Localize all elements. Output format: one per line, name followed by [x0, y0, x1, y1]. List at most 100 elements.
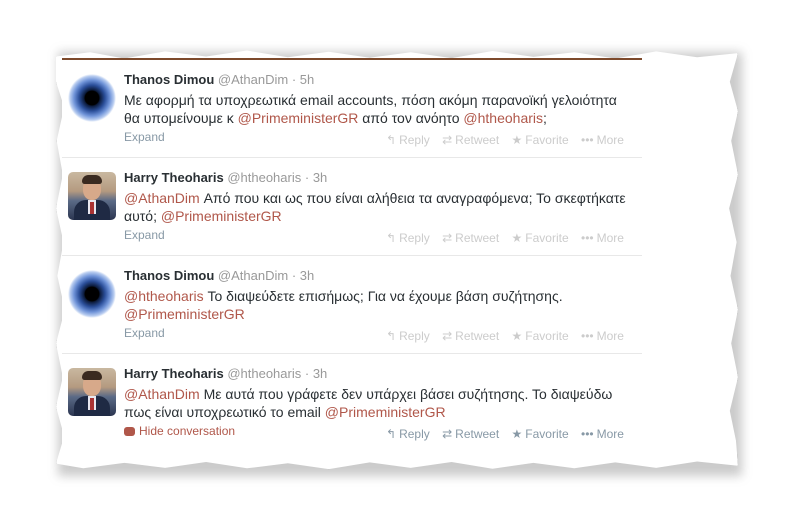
favorite-label: Favorite [525, 133, 569, 147]
speech-bubble-icon [124, 427, 135, 436]
reply-button[interactable]: ↰ Reply [386, 231, 430, 245]
reply-label: Reply [399, 231, 430, 245]
more-dots-icon: ••• [581, 231, 594, 245]
favorite-label: Favorite [525, 231, 569, 245]
timestamp[interactable]: 3h [313, 170, 327, 185]
text-segment: ; [543, 110, 547, 126]
favorite-button[interactable]: ★ Favorite [512, 427, 569, 441]
tweet-text: @AthanDim Από που και ως που είναι αλήθε… [124, 189, 634, 225]
separator-dot: · [304, 366, 310, 381]
hide-conversation-link[interactable]: Hide conversation [124, 424, 235, 438]
tweet-text: @AthanDim Με αυτά που γράφετε δεν υπάρχε… [124, 385, 634, 421]
retweet-label: Retweet [455, 427, 500, 441]
text-segment: από τον ανόητο [358, 110, 464, 126]
star-icon: ★ [511, 427, 523, 441]
retweet-label: Retweet [455, 133, 500, 147]
mention-link[interactable]: @htheoharis [124, 288, 204, 304]
tweet[interactable]: Harry Theoharis @htheoharis · 3h @AthanD… [62, 158, 642, 256]
mention-link[interactable]: @AthanDim [124, 386, 200, 402]
user-handle[interactable]: @htheoharis [227, 170, 301, 185]
star-icon: ★ [511, 133, 523, 147]
favorite-button[interactable]: ★ Favorite [512, 329, 569, 343]
retweet-icon: ⇄ [442, 133, 453, 147]
reply-button[interactable]: ↰ Reply [386, 133, 430, 147]
retweet-label: Retweet [455, 329, 500, 343]
tweet-header: Thanos Dimou @AthanDim · 3h [124, 268, 314, 283]
retweet-icon: ⇄ [442, 231, 453, 245]
more-dots-icon: ••• [581, 133, 594, 147]
retweet-label: Retweet [455, 231, 500, 245]
reply-label: Reply [399, 133, 430, 147]
reply-icon: ↰ [386, 329, 397, 343]
favorite-button[interactable]: ★ Favorite [512, 133, 569, 147]
tweet-actions: ↰ Reply ⇄ Retweet ★ Favorite ••• More [386, 427, 633, 441]
avatar[interactable] [68, 74, 116, 122]
mention-link[interactable]: @AthanDim [124, 190, 200, 206]
retweet-button[interactable]: ⇄ Retweet [442, 329, 499, 343]
eye-avatar-icon [68, 270, 116, 318]
user-name[interactable]: Thanos Dimou [124, 268, 214, 283]
mention-link[interactable]: @PrimeministerGR [161, 208, 282, 224]
portrait-avatar-icon [68, 368, 116, 416]
mention-link[interactable]: @PrimeministerGR [124, 306, 245, 322]
tweet-header: Thanos Dimou @AthanDim · 5h [124, 72, 314, 87]
user-name[interactable]: Harry Theoharis [124, 366, 224, 381]
avatar[interactable] [68, 172, 116, 220]
tweet-actions: ↰ Reply ⇄ Retweet ★ Favorite ••• More [386, 231, 633, 245]
user-handle[interactable]: @htheoharis [227, 366, 301, 381]
more-button[interactable]: ••• More [581, 329, 624, 343]
more-button[interactable]: ••• More [581, 133, 624, 147]
retweet-icon: ⇄ [442, 329, 453, 343]
user-name[interactable]: Thanos Dimou [124, 72, 214, 87]
mention-link[interactable]: @PrimeministerGR [325, 404, 446, 420]
tweet-text: Με αφορμή τα υποχρεωτικά email accounts,… [124, 91, 634, 127]
expand-link[interactable]: Expand [124, 326, 165, 340]
mention-link[interactable]: @PrimeministerGR [238, 110, 359, 126]
timestamp[interactable]: 5h [300, 72, 314, 87]
favorite-button[interactable]: ★ Favorite [512, 231, 569, 245]
star-icon: ★ [511, 329, 523, 343]
reply-icon: ↰ [386, 133, 397, 147]
user-handle[interactable]: @AthanDim [218, 268, 288, 283]
reply-button[interactable]: ↰ Reply [386, 427, 430, 441]
more-label: More [596, 329, 624, 343]
tweet-text: @htheoharis Το διαψεύδετε επισήμως; Για … [124, 287, 634, 323]
retweet-button[interactable]: ⇄ Retweet [442, 427, 499, 441]
reply-icon: ↰ [386, 427, 397, 441]
reply-button[interactable]: ↰ Reply [386, 329, 430, 343]
tweet-header: Harry Theoharis @htheoharis · 3h [124, 170, 327, 185]
eye-avatar-icon [68, 74, 116, 122]
avatar[interactable] [68, 368, 116, 416]
reply-icon: ↰ [386, 231, 397, 245]
favorite-label: Favorite [525, 329, 569, 343]
retweet-button[interactable]: ⇄ Retweet [442, 231, 499, 245]
tweet[interactable]: Thanos Dimou @AthanDim · 3h @htheoharis … [62, 256, 642, 354]
timestamp[interactable]: 3h [313, 366, 327, 381]
more-label: More [596, 427, 624, 441]
reply-label: Reply [399, 427, 430, 441]
tweet[interactable]: Harry Theoharis @htheoharis · 3h @AthanD… [62, 354, 642, 451]
favorite-label: Favorite [525, 427, 569, 441]
portrait-avatar-icon [68, 172, 116, 220]
timestamp[interactable]: 3h [300, 268, 314, 283]
tweet-actions: ↰ Reply ⇄ Retweet ★ Favorite ••• More [386, 133, 633, 147]
tweet[interactable]: Thanos Dimou @AthanDim · 5h Με αφορμή τα… [62, 60, 642, 158]
separator-dot: · [304, 170, 310, 185]
more-label: More [596, 231, 624, 245]
more-label: More [596, 133, 624, 147]
user-name[interactable]: Harry Theoharis [124, 170, 224, 185]
reply-label: Reply [399, 329, 430, 343]
conversation-timeline: Thanos Dimou @AthanDim · 5h Με αφορμή τα… [62, 58, 642, 451]
expand-link[interactable]: Expand [124, 130, 165, 144]
more-button[interactable]: ••• More [581, 427, 624, 441]
separator-dot: · [291, 72, 297, 87]
mention-link[interactable]: @htheoharis [463, 110, 543, 126]
user-handle[interactable]: @AthanDim [218, 72, 288, 87]
more-dots-icon: ••• [581, 427, 594, 441]
expand-link[interactable]: Expand [124, 228, 165, 242]
avatar[interactable] [68, 270, 116, 318]
more-button[interactable]: ••• More [581, 231, 624, 245]
retweet-button[interactable]: ⇄ Retweet [442, 133, 499, 147]
separator-dot: · [291, 268, 297, 283]
tweet-actions: ↰ Reply ⇄ Retweet ★ Favorite ••• More [386, 329, 633, 343]
